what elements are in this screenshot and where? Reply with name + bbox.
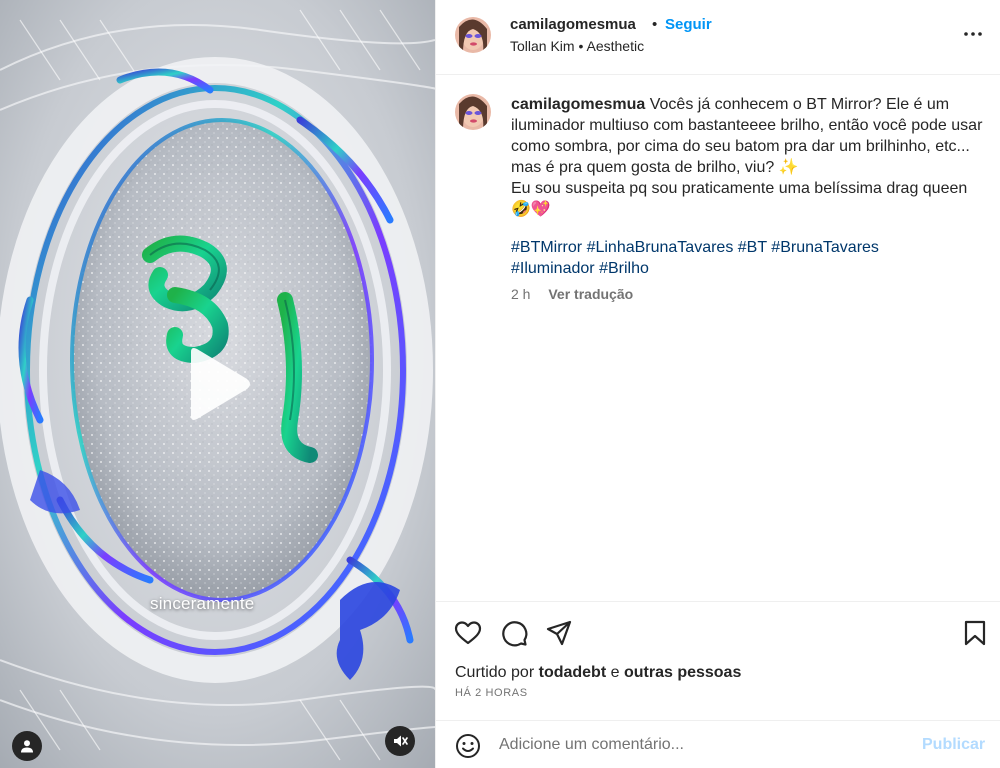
hashtag-link[interactable]: #Brilho — [599, 260, 649, 277]
caption-text: camilagomesmua Vocês já conhecem o BT Mi… — [511, 94, 986, 220]
comment-bar: Publicar — [436, 720, 1000, 768]
post-timestamp[interactable]: HÁ 2 HORAS — [455, 687, 528, 699]
likes-user-link[interactable]: todadebt — [539, 664, 607, 681]
translate-button[interactable]: Ver tradução — [548, 286, 633, 302]
likes-connector: e — [610, 664, 620, 681]
author-username[interactable]: camilagomesmua — [510, 16, 636, 33]
likes-summary: Curtido por todadebt e outras pessoas — [455, 664, 741, 682]
likes-prefix: Curtido por — [455, 664, 535, 681]
post-media[interactable]: sinceramente — [0, 0, 435, 768]
more-options-icon[interactable] — [961, 22, 985, 46]
caption-body-line-2: Eu sou suspeita pq sou praticamente uma … — [511, 180, 968, 218]
comment-input[interactable] — [499, 731, 899, 759]
hashtag-link[interactable]: #BT — [738, 239, 767, 256]
emoji-icon[interactable] — [455, 733, 481, 759]
user-tag-icon — [21, 740, 33, 753]
heart-icon[interactable] — [454, 619, 482, 647]
comment-icon[interactable] — [500, 619, 528, 647]
hashtag-list: #BTMirror #LinhaBrunaTavares #BT #BrunaT… — [511, 237, 986, 279]
hashtag-link[interactable]: #LinhaBrunaTavares — [587, 239, 734, 256]
post-details-panel: camilagomesmua • Seguir Tollan Kim • Aes… — [435, 0, 1000, 768]
mute-toggle-button[interactable] — [385, 726, 415, 756]
user-tag-button[interactable] — [12, 731, 42, 761]
caption-meta: 2 h Ver tradução — [511, 286, 633, 302]
play-icon[interactable] — [183, 346, 253, 422]
hashtag-link[interactable]: #BTMirror — [511, 239, 582, 256]
hashtag-link[interactable]: #Iluminador — [511, 260, 595, 277]
action-bar — [436, 601, 1000, 659]
video-overlay-caption: sinceramente — [150, 594, 255, 613]
caption-author-avatar[interactable] — [455, 94, 491, 130]
caption-username[interactable]: camilagomesmua — [511, 96, 645, 113]
author-avatar[interactable] — [455, 17, 491, 53]
likes-others-link[interactable]: outras pessoas — [624, 664, 741, 681]
caption-time[interactable]: 2 h — [511, 286, 530, 302]
header-separator: • — [652, 16, 658, 33]
hashtag-link[interactable]: #BrunaTavares — [771, 239, 879, 256]
audio-attribution[interactable]: Tollan Kim • Aesthetic — [510, 38, 644, 54]
share-icon[interactable] — [545, 619, 573, 647]
follow-button[interactable]: Seguir — [665, 16, 712, 33]
publish-button[interactable]: Publicar — [922, 736, 985, 754]
bookmark-icon[interactable] — [961, 619, 989, 647]
post-header: camilagomesmua • Seguir Tollan Kim • Aes… — [436, 0, 1000, 75]
speaker-muted-icon — [394, 735, 408, 747]
